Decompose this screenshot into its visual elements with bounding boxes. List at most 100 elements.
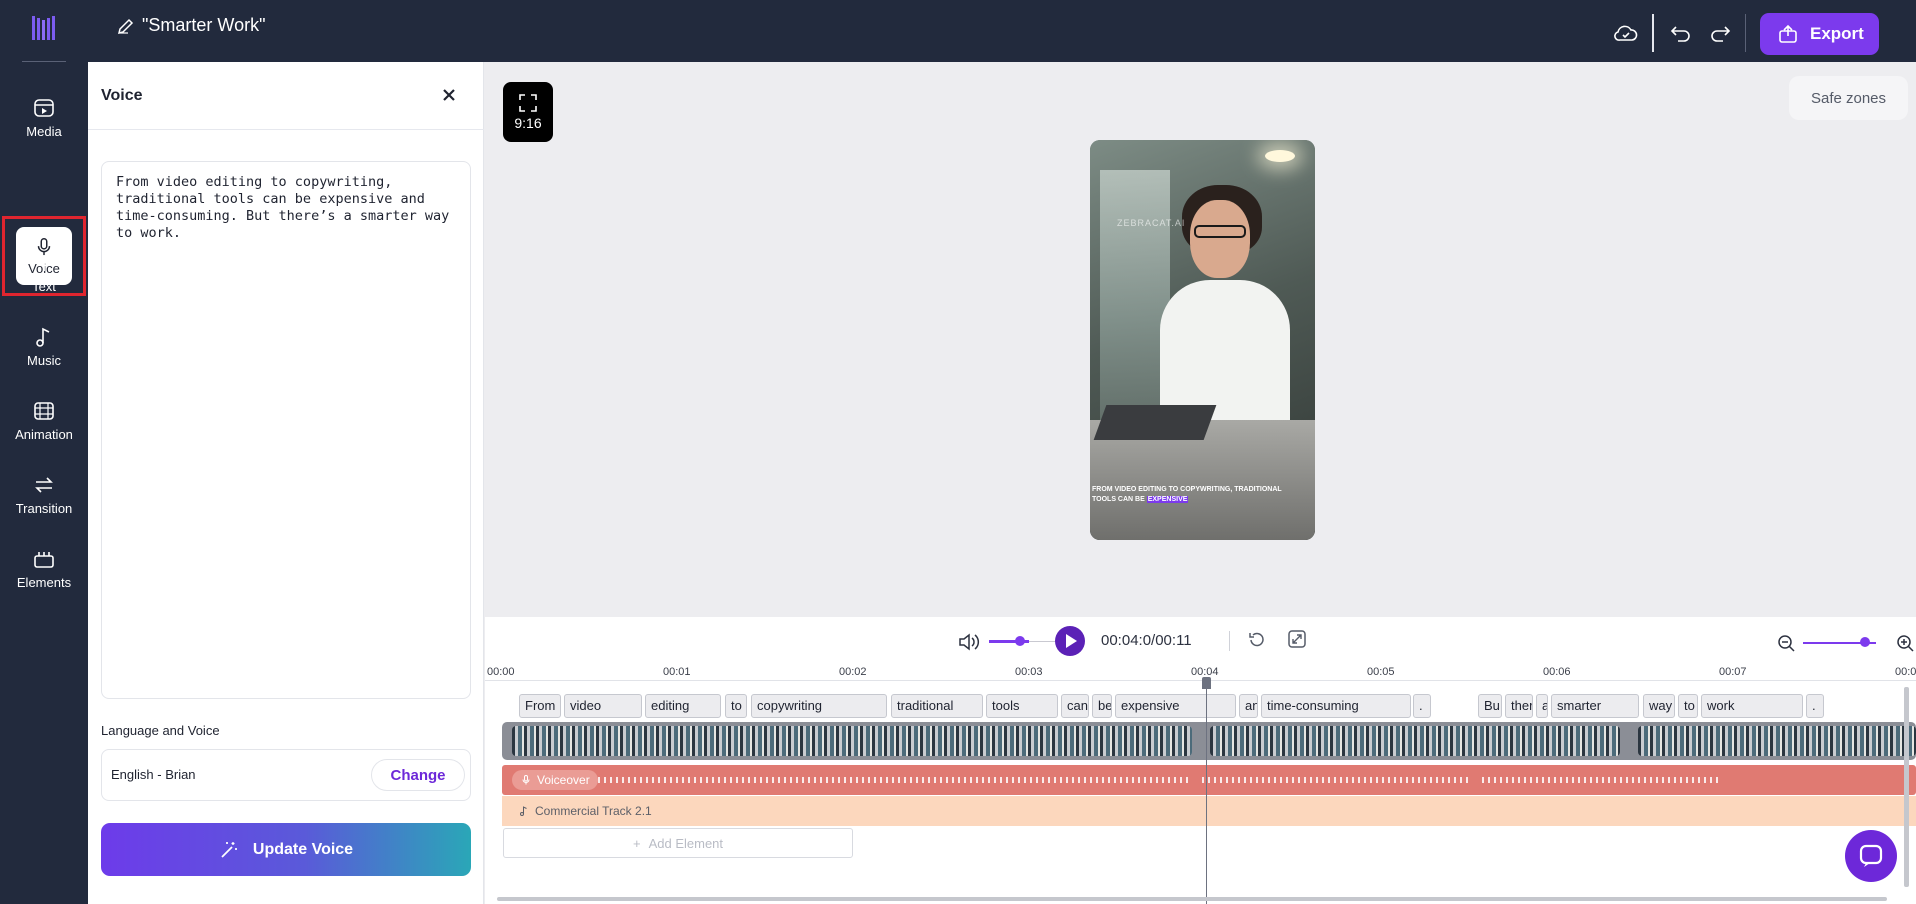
word-block[interactable]: way [1643,694,1675,718]
word-block[interactable]: can [1061,694,1089,718]
video-clip[interactable] [1210,726,1620,756]
undo-icon[interactable] [1668,21,1694,47]
text-icon [37,254,51,271]
ruler-tick-label: 00:08 [1895,666,1916,678]
word-block[interactable]: a [1536,694,1548,718]
zoom-out-icon[interactable] [1776,633,1796,653]
language-voice-label: Language and Voice [101,723,220,738]
close-icon[interactable] [438,84,460,106]
video-clip[interactable] [512,726,1192,756]
project-title-area[interactable]: "Smarter Work" [116,15,265,36]
playback-controls: 00:04:0/00:11 [485,617,1916,657]
video-caption: FROM VIDEO EDITING TO COPYWRITING, TRADI… [1092,485,1292,505]
project-title[interactable]: "Smarter Work" [142,15,265,36]
fit-to-screen-icon[interactable] [1287,629,1307,649]
sidebar-item-label: Music [27,352,61,368]
zoom-in-icon[interactable] [1895,633,1915,653]
video-clip[interactable] [1638,726,1916,756]
music-label-pill: Commercial Track 2.1 [518,801,652,821]
ruler-tick-label: 00:00 [487,666,515,678]
word-block[interactable]: . [1413,694,1431,718]
voice-panel: Voice From video editing to copywriting,… [88,62,484,904]
volume-slider-handle[interactable] [1015,636,1025,646]
upload-icon [1779,24,1797,43]
change-voice-button[interactable]: Change [371,759,465,791]
ruler-tick-label: 00:02 [839,666,867,678]
play-button[interactable] [1055,626,1085,656]
playhead[interactable] [1206,677,1207,904]
language-voice-value: English - Brian [111,767,196,782]
word-block[interactable]: work [1701,694,1803,718]
export-label: Export [1810,24,1864,43]
word-block[interactable]: time-consuming [1261,694,1411,718]
glasses [1194,225,1246,238]
sidebar-item-label: Media [26,123,62,139]
fullscreen-corners-icon [519,94,537,112]
sidebar-item-text[interactable]: Text [0,241,88,303]
add-element-button[interactable]: + Add Element [503,828,853,858]
word-block[interactable]: traditional [891,694,983,718]
word-block[interactable]: to [725,694,747,718]
voice-waveform [592,777,1192,783]
word-block[interactable]: smarter [1551,694,1639,718]
word-block[interactable]: From [519,694,561,718]
music-track[interactable]: Commercial Track 2.1 [502,796,1916,826]
voice-waveform [1482,777,1722,783]
toolbar-divider [1745,14,1746,52]
safe-zones-button[interactable]: Safe zones [1789,76,1908,120]
ruler-tick-label: 00:07 [1719,666,1747,678]
word-block[interactable]: expensive [1115,694,1236,718]
word-block[interactable]: an [1239,694,1258,718]
sidebar-item-label: Text [32,278,56,294]
timeline-horizontal-scrollbar[interactable] [497,897,1887,901]
video-track [502,722,1916,760]
video-preview[interactable]: ZEBRACAT.AI FROM VIDEO EDITING TO COPYWR… [1090,140,1315,540]
sidebar-item-music[interactable]: Music [0,315,88,377]
update-voice-button[interactable]: Update Voice [101,823,471,876]
word-block[interactable]: tools [986,694,1058,718]
top-bar: "Smarter Work" Export [0,0,1916,62]
pencil-icon[interactable] [116,16,136,36]
reset-icon[interactable] [1247,630,1267,650]
word-block[interactable]: editing [645,694,721,718]
voice-script-textarea[interactable]: From video editing to copywriting, tradi… [101,161,471,699]
volume-slider-track[interactable] [1029,641,1057,642]
export-button[interactable]: Export [1760,13,1879,55]
sidebar-item-animation[interactable]: Animation [0,389,88,451]
sidebar-item-media[interactable]: Media [0,86,88,148]
zoom-slider-handle[interactable] [1860,637,1870,647]
music-note-icon [520,806,527,816]
volume-icon[interactable] [957,631,981,653]
elements-icon [34,551,54,568]
panel-divider [88,129,484,130]
word-block[interactable]: copywriting [751,694,887,718]
music-label: Commercial Track 2.1 [535,804,652,818]
woman-face [1190,200,1250,278]
redo-icon[interactable] [1707,21,1733,47]
word-block[interactable]: video [564,694,642,718]
aspect-ratio-button[interactable]: 9:16 [503,82,553,142]
word-block[interactable]: ther [1505,694,1533,718]
preview-canvas: 9:16 Safe zones ZEBRACAT.AI FROM VIDEO E… [485,62,1916,617]
sidebar-item-transition[interactable]: Transition [0,463,88,525]
cloud-save-icon[interactable] [1613,21,1639,47]
music-note-icon [36,327,50,347]
voiceover-track[interactable]: Voiceover [502,765,1916,795]
word-block[interactable]: to [1678,694,1698,718]
laptop [1093,405,1217,440]
word-block[interactable]: . [1806,694,1824,718]
panel-title: Voice [101,87,143,104]
toolbar-divider [1652,14,1654,52]
media-icon [34,98,54,117]
timeline-vertical-scrollbar[interactable] [1904,687,1909,887]
word-block[interactable]: Bu [1478,694,1502,718]
sidebar-item-elements[interactable]: Elements [0,537,88,599]
app-logo[interactable] [30,14,58,42]
word-block[interactable]: be [1092,694,1112,718]
magic-wand-icon [221,841,237,858]
sidebar-item-label: Transition [15,500,73,516]
support-chat-button[interactable] [1845,830,1897,882]
time-ruler[interactable]: 00:00 00:01 00:02 00:03 00:04 00:05 00:0… [485,657,1916,681]
update-voice-label: Update Voice [252,840,354,858]
transport-divider [1229,631,1230,651]
